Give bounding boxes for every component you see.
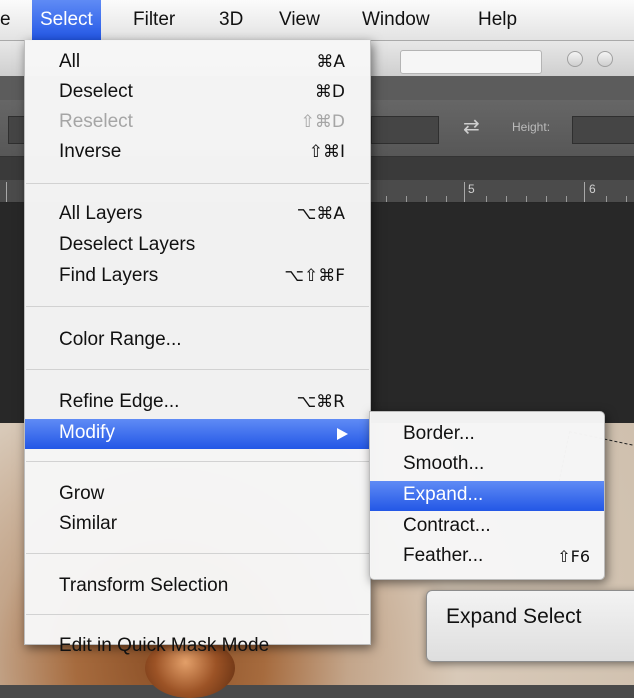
menu-item-label: Refine Edge... (59, 391, 180, 412)
menu-item-label: Deselect (59, 81, 133, 102)
menu-item-similar[interactable]: Similar (25, 510, 370, 540)
menu-item-shortcut: ⌘D (314, 82, 345, 102)
ruler-tick (406, 196, 407, 202)
dialog-title: Expand Select (446, 605, 582, 628)
ruler-tick (386, 196, 387, 202)
menu-item-shortcut: ⇧⌘I (308, 142, 345, 162)
menu-item-label: Deselect Layers (59, 234, 196, 255)
menu-separator (26, 306, 369, 307)
ruler-tick (486, 196, 487, 202)
ruler-tick (426, 196, 427, 202)
ruler-major-tick (464, 182, 465, 202)
title-bar-field (400, 50, 542, 74)
menu-item-transform-selection[interactable]: Transform Selection (25, 572, 370, 602)
menu-separator (26, 183, 369, 184)
window-button-icon[interactable] (567, 51, 583, 67)
submenu-item-label: Feather... (403, 545, 484, 566)
submenu-item-smooth[interactable]: Smooth... (370, 450, 604, 480)
ruler-tick (506, 196, 507, 202)
menu-item-reselect: Reselect ⇧⌘D (25, 108, 370, 138)
menu-separator (26, 369, 369, 370)
menu-item-label: Color Range... (59, 329, 182, 350)
ruler-major-tick (6, 182, 7, 202)
submenu-item-expand[interactable]: Expand... (370, 481, 604, 511)
menu-item-edit-quick-mask[interactable]: Edit in Quick Mask Mode (25, 632, 370, 662)
menubar-item-filter[interactable]: Filter (125, 0, 183, 40)
menu-item-label: Similar (59, 513, 118, 534)
menu-item-find-layers[interactable]: Find Layers ⌥⇧⌘F (25, 262, 370, 292)
submenu-item-label: Contract... (403, 515, 491, 536)
menu-item-label: Inverse (59, 141, 122, 162)
menubar-item-select[interactable]: Select (32, 0, 101, 40)
submenu-item-feather[interactable]: Feather... ⇧F6 (370, 542, 604, 572)
menu-item-all-layers[interactable]: All Layers ⌥⌘A (25, 200, 370, 230)
submenu-item-contract[interactable]: Contract... (370, 512, 604, 542)
ruler-tick (446, 196, 447, 202)
menu-separator (26, 553, 369, 554)
ruler-major-tick (584, 182, 585, 202)
submenu-item-shortcut: ⇧F6 (557, 547, 590, 566)
submenu-arrow-icon (337, 428, 348, 440)
menu-item-deselect-layers[interactable]: Deselect Layers (25, 231, 370, 261)
menu-item-label: Edit in Quick Mask Mode (59, 635, 270, 656)
menu-item-refine-edge[interactable]: Refine Edge... ⌥⌘R (25, 388, 370, 418)
menubar-item-edit[interactable]: e (0, 0, 19, 40)
ruler-tick (626, 196, 627, 202)
ruler-tick (526, 196, 527, 202)
menu-item-shortcut: ⌥⌘R (296, 392, 345, 412)
submenu-item-label: Smooth... (403, 453, 485, 474)
width-field[interactable] (371, 116, 439, 144)
height-label: Height: (512, 120, 551, 134)
menu-item-shortcut: ⇧⌘D (300, 112, 345, 132)
menu-item-deselect[interactable]: Deselect ⌘D (25, 78, 370, 108)
menubar-item-view[interactable]: View (271, 0, 328, 40)
modify-submenu: Border... Smooth... Expand... Contract..… (369, 411, 605, 580)
menu-item-label: Reselect (59, 111, 133, 132)
menu-item-label: Find Layers (59, 265, 159, 286)
menu-item-color-range[interactable]: Color Range... (25, 326, 370, 356)
menubar-item-3d[interactable]: 3D (211, 0, 251, 40)
ruler-tick (606, 196, 607, 202)
ruler-tick (546, 196, 547, 202)
ruler-label: 6 (589, 182, 596, 196)
menu-item-label: Modify (59, 422, 115, 443)
menu-item-shortcut: ⌥⇧⌘F (284, 266, 345, 286)
swap-arrows-icon[interactable]: ⇄ (463, 114, 480, 139)
expand-selection-dialog: Expand Select (426, 590, 634, 662)
menu-bar: e Select Filter 3D View Window Help (0, 0, 634, 41)
menu-item-grow[interactable]: Grow (25, 480, 370, 510)
menu-item-shortcut: ⌘A (316, 52, 345, 72)
menubar-item-help[interactable]: Help (470, 0, 525, 40)
menu-item-label: All Layers (59, 203, 143, 224)
menu-item-modify[interactable]: Modify (25, 419, 370, 449)
submenu-item-label: Expand... (403, 484, 484, 505)
submenu-item-border[interactable]: Border... (370, 420, 604, 450)
menu-item-all[interactable]: All ⌘A (25, 48, 370, 78)
ruler-tick (566, 196, 567, 202)
menu-separator (26, 614, 369, 615)
window-button-icon[interactable] (597, 51, 613, 67)
menu-item-label: Grow (59, 483, 105, 504)
menu-separator (26, 461, 369, 462)
menu-item-shortcut: ⌥⌘A (296, 204, 345, 224)
menubar-item-window[interactable]: Window (354, 0, 438, 40)
select-menu: All ⌘A Deselect ⌘D Reselect ⇧⌘D Inverse … (24, 40, 371, 656)
submenu-item-label: Border... (403, 423, 475, 444)
ruler-label: 5 (468, 182, 475, 196)
menu-item-label: Transform Selection (59, 575, 229, 596)
menu-item-label: All (59, 51, 81, 72)
height-field[interactable] (572, 116, 634, 144)
menu-item-inverse[interactable]: Inverse ⇧⌘I (25, 138, 370, 168)
